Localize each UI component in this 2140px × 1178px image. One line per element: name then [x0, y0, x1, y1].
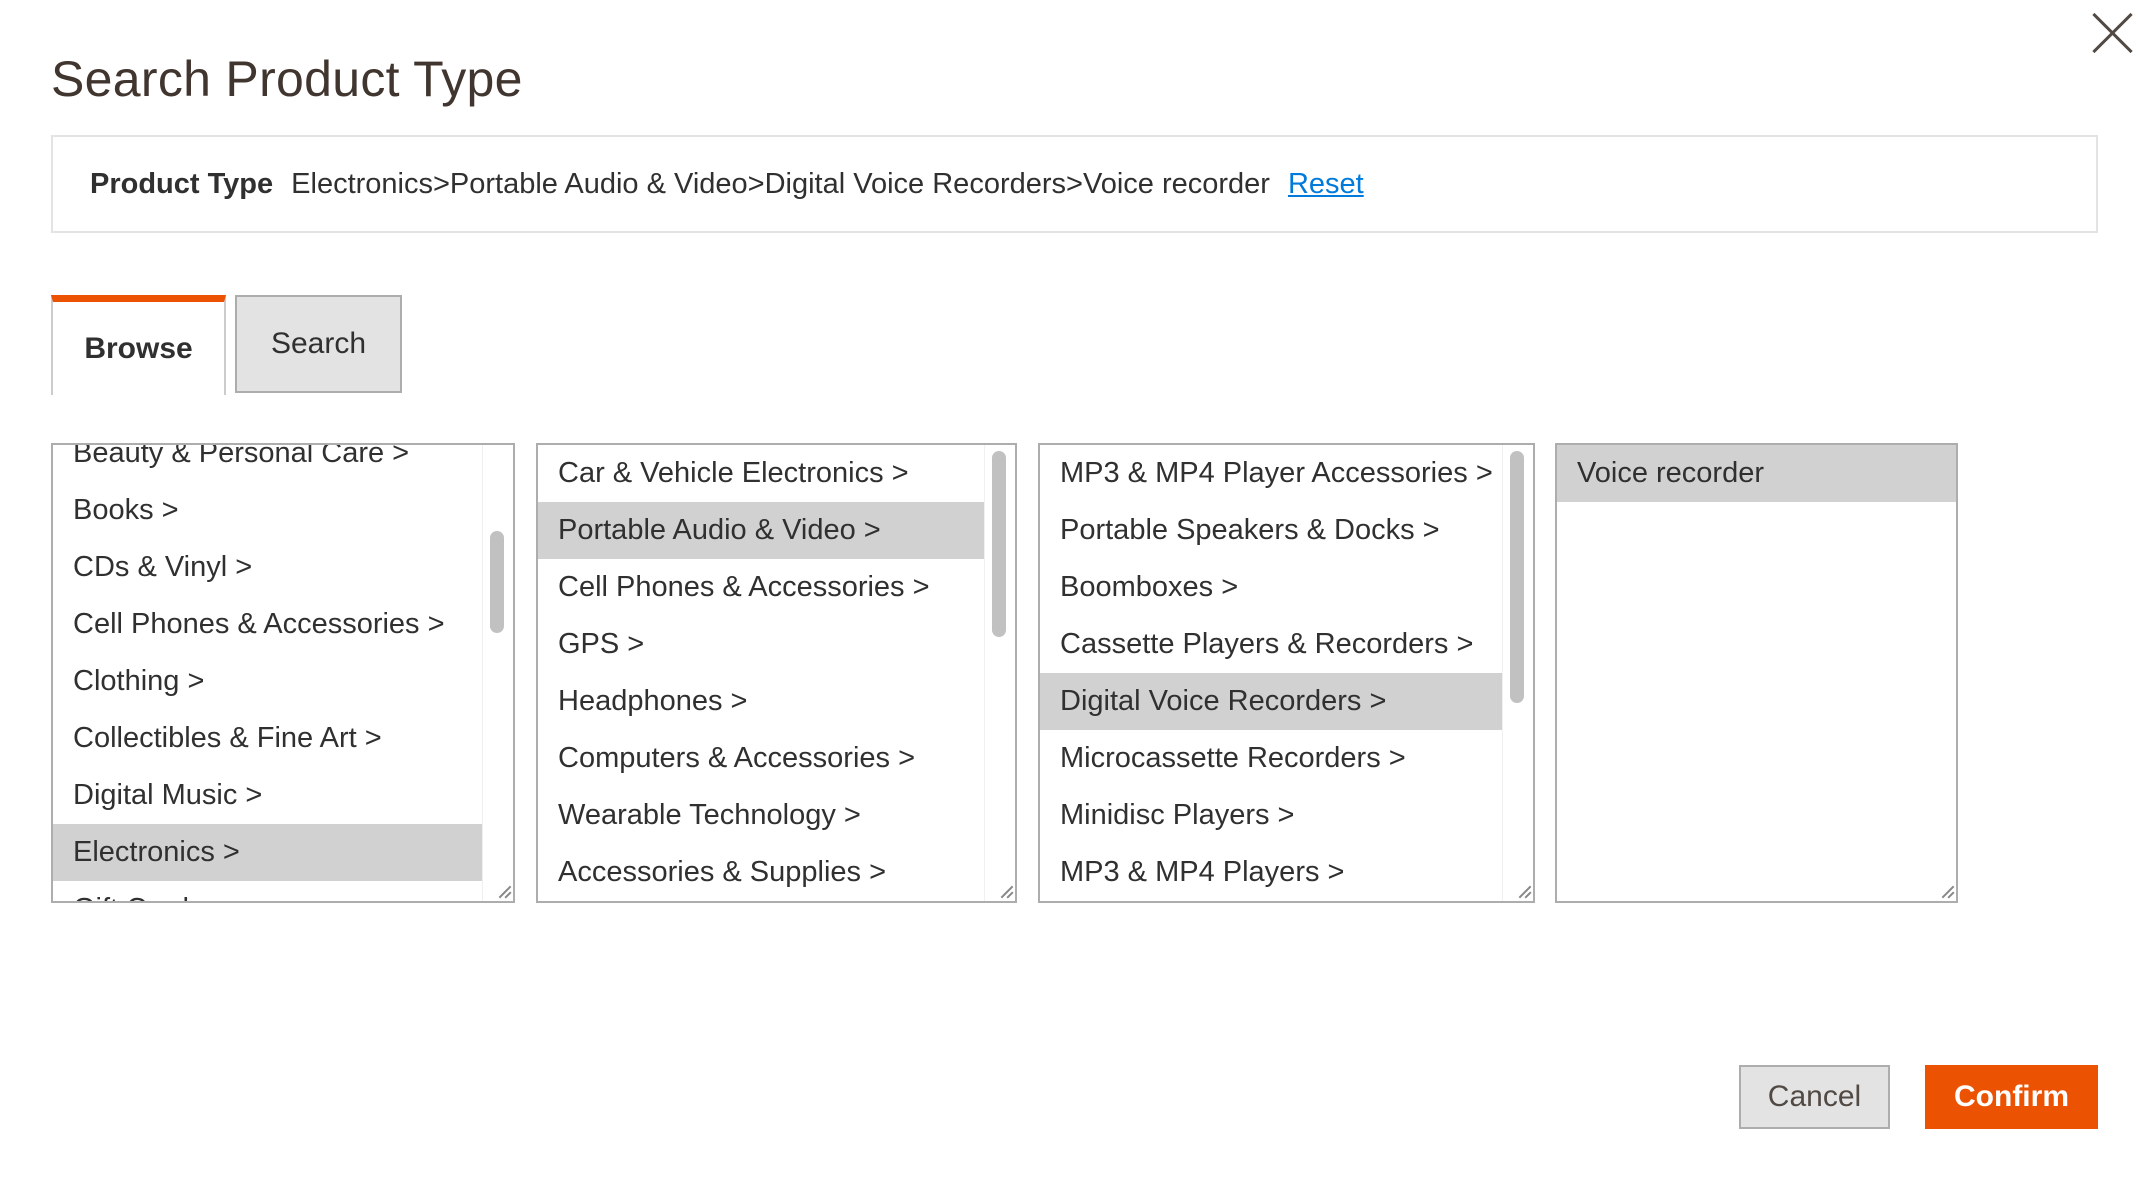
- scrollbar-thumb[interactable]: [992, 451, 1006, 637]
- list-item[interactable]: Beauty & Personal Care >: [53, 445, 483, 482]
- list-item-selected[interactable]: Electronics >: [53, 824, 483, 881]
- resize-grip-icon[interactable]: [997, 883, 1013, 899]
- scrollbar[interactable]: [1502, 445, 1533, 901]
- list-item-selected[interactable]: Digital Voice Recorders >: [1040, 673, 1503, 730]
- list-item[interactable]: Wearable Technology >: [538, 787, 985, 844]
- category-list-level-2[interactable]: Car & Vehicle Electronics > Portable Aud…: [536, 443, 1017, 903]
- list-item[interactable]: Cell Phones & Accessories >: [538, 559, 985, 616]
- list-item[interactable]: Accessories & Supplies >: [538, 844, 985, 901]
- category-list-level-3[interactable]: MP3 & MP4 Player Accessories > Portable …: [1038, 443, 1535, 903]
- list-item[interactable]: Computers & Accessories >: [538, 730, 985, 787]
- list-item[interactable]: Cell Phones & Accessories >: [53, 596, 483, 653]
- category-list-level-4-items: Voice recorder: [1557, 445, 1956, 502]
- search-product-type-modal: Search Product Type Product Type Electro…: [0, 0, 2140, 1178]
- product-type-value: Electronics>Portable Audio & Video>Digit…: [291, 167, 1270, 200]
- list-item-selected[interactable]: Voice recorder: [1557, 445, 1956, 502]
- product-type-label: Product Type: [90, 167, 274, 200]
- category-list-level-1[interactable]: Beauty & Personal Care > Books > CDs & V…: [51, 443, 515, 903]
- cancel-button[interactable]: Cancel: [1739, 1065, 1890, 1129]
- scrollbar[interactable]: [482, 445, 513, 901]
- list-item[interactable]: Microcassette Recorders >: [1040, 730, 1503, 787]
- category-list-level-4[interactable]: Voice recorder: [1555, 443, 1958, 903]
- confirm-button[interactable]: Confirm: [1925, 1065, 2098, 1129]
- list-item[interactable]: Books >: [53, 482, 483, 539]
- list-item[interactable]: Portable Speakers & Docks >: [1040, 502, 1503, 559]
- category-list-level-2-items: Car & Vehicle Electronics > Portable Aud…: [538, 445, 985, 901]
- list-item-selected[interactable]: Portable Audio & Video >: [538, 502, 985, 559]
- scrollbar-thumb[interactable]: [1510, 451, 1524, 703]
- reset-link[interactable]: Reset: [1288, 168, 1364, 201]
- list-item[interactable]: MP3 & MP4 Players >: [1040, 844, 1503, 901]
- list-item[interactable]: Digital Music >: [53, 767, 483, 824]
- list-item[interactable]: CDs & Vinyl >: [53, 539, 483, 596]
- product-type-summary: Product Type Electronics>Portable Audio …: [51, 135, 2098, 233]
- list-item[interactable]: Minidisc Players >: [1040, 787, 1503, 844]
- list-item[interactable]: Clothing >: [53, 653, 483, 710]
- category-list-level-3-items: MP3 & MP4 Player Accessories > Portable …: [1040, 445, 1503, 901]
- list-item[interactable]: GPS >: [538, 616, 985, 673]
- modal-title: Search Product Type: [51, 51, 523, 107]
- scrollbar-thumb[interactable]: [490, 531, 504, 633]
- list-item[interactable]: Collectibles & Fine Art >: [53, 710, 483, 767]
- resize-grip-icon[interactable]: [495, 883, 511, 899]
- scrollbar[interactable]: [984, 445, 1015, 901]
- resize-grip-icon[interactable]: [1938, 883, 1954, 899]
- list-item[interactable]: Boomboxes >: [1040, 559, 1503, 616]
- tab-search[interactable]: Search: [235, 295, 402, 393]
- list-item[interactable]: Gift Cards >: [53, 881, 483, 901]
- resize-grip-icon[interactable]: [1515, 883, 1531, 899]
- close-icon[interactable]: [2090, 10, 2136, 56]
- tab-browse[interactable]: Browse: [51, 295, 226, 395]
- list-item[interactable]: Car & Vehicle Electronics >: [538, 445, 985, 502]
- category-list-level-1-items: Beauty & Personal Care > Books > CDs & V…: [53, 445, 483, 901]
- list-item[interactable]: Cassette Players & Recorders >: [1040, 616, 1503, 673]
- list-item[interactable]: MP3 & MP4 Player Accessories >: [1040, 445, 1503, 502]
- list-item[interactable]: Headphones >: [538, 673, 985, 730]
